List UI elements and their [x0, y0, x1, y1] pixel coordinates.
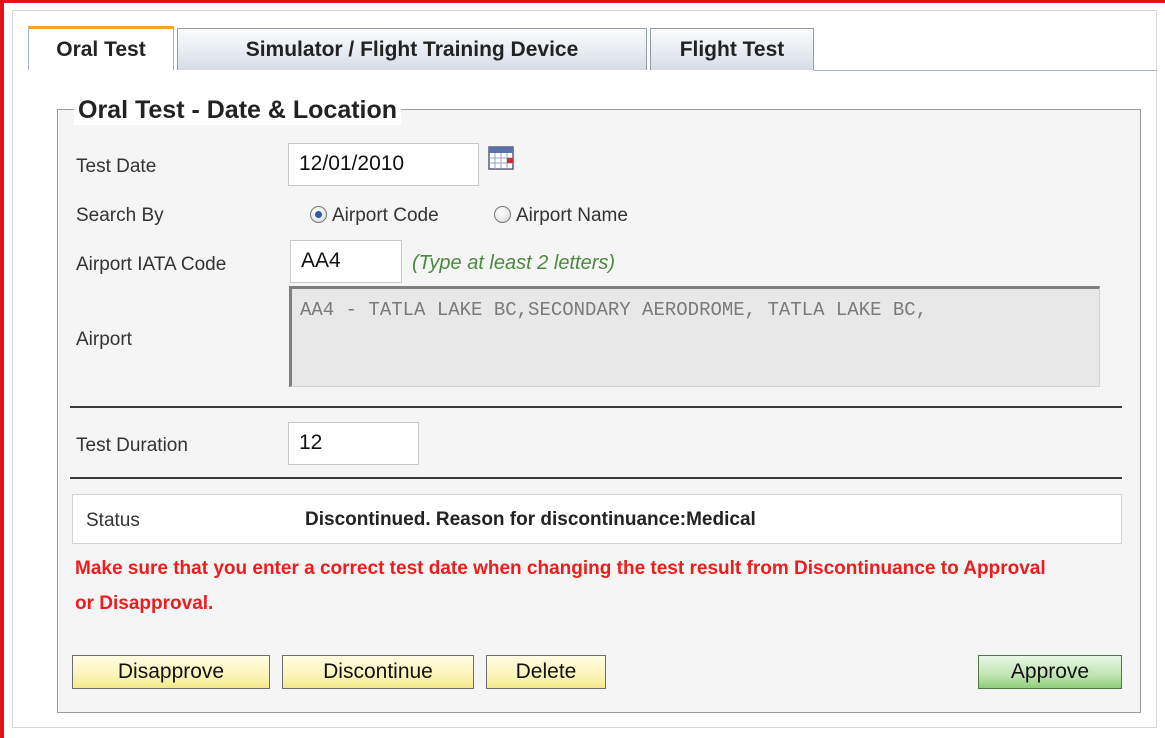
- calendar-icon[interactable]: [488, 146, 514, 170]
- tab-flight-test[interactable]: Flight Test: [650, 28, 814, 70]
- section-fieldset: [57, 109, 1141, 713]
- approve-button-label: Approve: [1010, 660, 1090, 683]
- airport-code-input[interactable]: AA4: [290, 240, 402, 283]
- disapprove-button[interactable]: Disapprove: [72, 655, 270, 689]
- frame-border-top: [0, 0, 1165, 3]
- airport-textarea[interactable]: AA4 - TATLA LAKE BC,SECONDARY AERODROME,…: [289, 286, 1100, 387]
- radio-airport-name-label[interactable]: Airport Name: [516, 205, 628, 227]
- radio-airport-code-label[interactable]: Airport Code: [332, 205, 439, 227]
- delete-button[interactable]: Delete: [486, 655, 606, 689]
- radio-airport-code[interactable]: [310, 206, 327, 223]
- search-by-label: Search By: [76, 205, 164, 226]
- discontinue-button[interactable]: Discontinue: [282, 655, 474, 689]
- tab-simulator[interactable]: Simulator / Flight Training Device: [177, 28, 647, 70]
- tab-label: Flight Test: [679, 37, 785, 61]
- test-date-label: Test Date: [76, 156, 157, 177]
- status-value: Discontinued. Reason for discontinuance:…: [305, 509, 756, 530]
- divider: [70, 477, 1122, 479]
- test-duration-input[interactable]: 12: [288, 422, 419, 465]
- airport-label: Airport: [76, 329, 132, 350]
- section-legend: Oral Test - Date & Location: [74, 96, 402, 125]
- discontinue-button-label: Discontinue: [323, 660, 433, 683]
- divider: [70, 406, 1122, 408]
- tab-label: Simulator / Flight Training Device: [245, 37, 579, 61]
- delete-button-label: Delete: [515, 660, 577, 683]
- test-duration-label: Test Duration: [76, 435, 188, 456]
- airport-code-hint: (Type at least 2 letters): [412, 252, 616, 274]
- status-label: Status: [86, 510, 140, 531]
- airport-code-label: Airport IATA Code: [76, 254, 227, 275]
- approve-button[interactable]: Approve: [978, 655, 1122, 689]
- radio-airport-name[interactable]: [494, 206, 511, 223]
- radio-selected-dot: [315, 211, 322, 218]
- tab-oral-test[interactable]: Oral Test: [28, 26, 174, 70]
- tab-label: Oral Test: [56, 37, 146, 61]
- tab-baseline: [814, 70, 1157, 71]
- frame-border-left: [0, 0, 4, 738]
- test-date-input[interactable]: 12/01/2010: [288, 143, 479, 186]
- warning-message: Make sure that you enter a correct test …: [75, 558, 1046, 614]
- disapprove-button-label: Disapprove: [117, 660, 225, 683]
